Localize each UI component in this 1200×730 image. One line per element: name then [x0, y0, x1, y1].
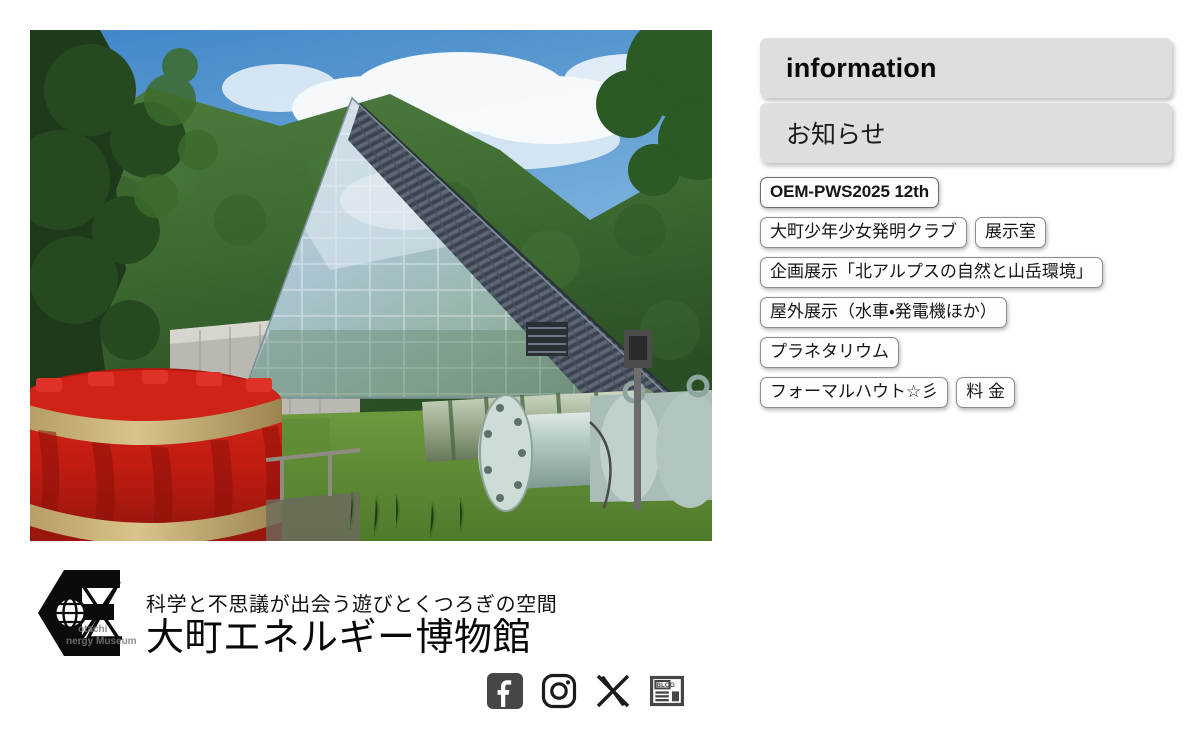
tag-row: プラネタリウム — [760, 337, 1172, 368]
hero-photo-illustration — [30, 30, 712, 541]
tag-row: 屋外展示（水車・発電機ほか） — [760, 297, 1172, 328]
information-heading: information — [786, 52, 937, 83]
page-root: information お知らせ OEM-PWS2025 12th 大町少年少女… — [0, 0, 1200, 730]
facebook-icon[interactable] — [486, 672, 524, 710]
tag-exhibition-room[interactable]: 展示室 — [975, 217, 1046, 248]
x-twitter-icon[interactable] — [594, 672, 632, 710]
blog-icon[interactable]: BLOG — [648, 672, 686, 710]
social-links: BLOG — [486, 672, 686, 710]
brand-text-block: 科学と不思議が出会う遊びとくつろぎの空間 大町エネルギー博物館 — [146, 595, 557, 660]
information-header-bar: information — [760, 38, 1172, 98]
information-panel: information お知らせ OEM-PWS2025 12th 大町少年少女… — [760, 38, 1172, 408]
news-header-bar: お知らせ — [760, 103, 1172, 163]
tag-row: OEM-PWS2025 12th — [760, 177, 1172, 208]
site-tagline: 科学と不思議が出会う遊びとくつろぎの空間 — [146, 594, 558, 617]
tag-planetarium[interactable]: プラネタリウム — [760, 337, 899, 368]
tag-row: 大町少年少女発明クラブ 展示室 — [760, 217, 1172, 248]
tag-admission-fee[interactable]: 料 金 — [956, 377, 1015, 408]
tag-outdoor-exhibition[interactable]: 屋外展示（水車・発電機ほか） — [760, 297, 1007, 328]
tag-special-exhibition[interactable]: 企画展示「北アルプスの自然と山岳環境」 — [760, 257, 1103, 288]
hero-photo — [30, 30, 712, 541]
tag-row: フォーマルハウト☆彡 料 金 — [760, 377, 1172, 408]
museum-logo-icon: otachi nergy Museum — [38, 570, 137, 656]
tag-list: OEM-PWS2025 12th 大町少年少女発明クラブ 展示室 企画展示「北ア… — [760, 177, 1172, 408]
svg-text:BLOG: BLOG — [656, 682, 674, 689]
instagram-icon[interactable] — [540, 672, 578, 710]
site-brand[interactable]: otachi nergy Museum 科学と不思議が出会う遊びとくつろぎの空間… — [34, 566, 557, 660]
tag-row: 企画展示「北アルプスの自然と山岳環境」 — [760, 257, 1172, 288]
tag-invention-club[interactable]: 大町少年少女発明クラブ — [760, 217, 967, 248]
site-name: 大町エネルギー博物館 — [146, 617, 532, 660]
tag-fomalhaut[interactable]: フォーマルハウト☆彡 — [760, 377, 949, 408]
svg-text:otachi: otachi — [78, 624, 108, 635]
news-heading: お知らせ — [786, 121, 886, 149]
svg-text:nergy Museum: nergy Museum — [66, 636, 137, 647]
tag-oem-pws2025[interactable]: OEM-PWS2025 12th — [760, 177, 940, 208]
